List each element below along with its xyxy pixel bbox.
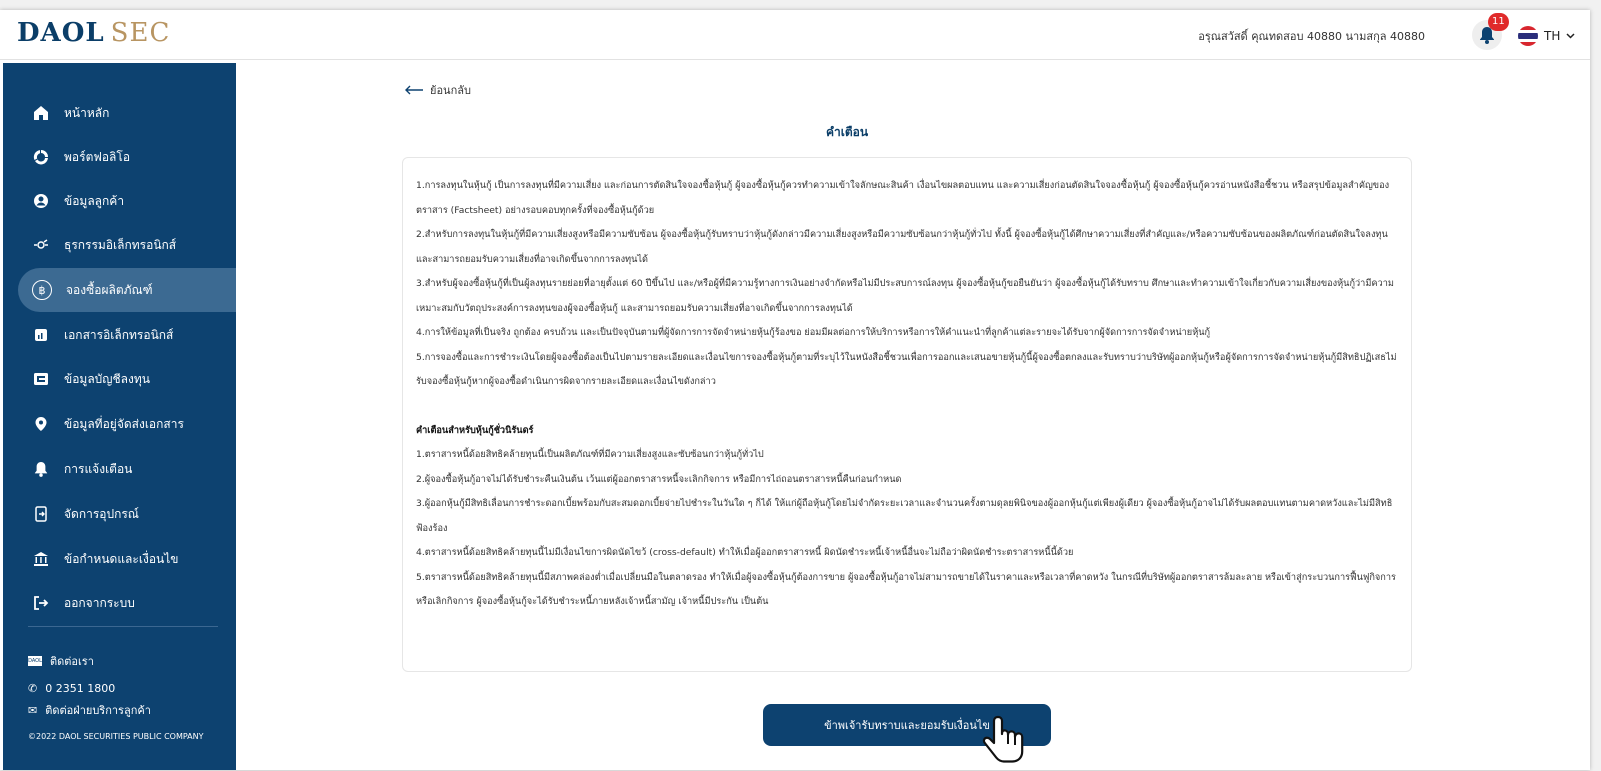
back-label: ย้อนกลับ [430,84,471,97]
user-greeting: อรุณสวัสดิ์ คุณทดสอบ 40880 นามสกุล 40880 [1198,30,1425,43]
location-icon [32,415,50,433]
sidebar-item-product-subscription[interactable]: ฿ จองซื้อผลิตภัณฑ์ [18,268,236,312]
sidebar-item-label: เอกสารอิเล็กทรอนิกส์ [64,327,174,342]
sidebar-item-home[interactable]: หน้าหลัก [18,91,236,135]
logo-secondary: SEC [110,18,171,48]
sidebar-item-notifications[interactable]: การแจ้งเตือน [18,447,236,491]
hand-cursor-icon [982,715,1024,763]
sidebar: หน้าหลัก พอร์ตฟอลิโอ ข้อมูลลูกค้า ธุรกรร… [3,63,236,770]
main-content: ย้อนกลับ คำเตือน 1.การลงทุนในหุ้นกู้ เป็… [236,63,1590,770]
portfolio-icon [32,148,50,166]
notification-count-badge: 11 [1488,13,1509,31]
logo[interactable]: DAOL SEC [17,18,170,48]
perpetual-warning-heading: คำเตือนสำหรับหุ้นกู้ชั่วนิรันดร์ [416,424,534,436]
sidebar-item-label: การแจ้งเตือน [64,461,133,476]
device-icon [32,505,50,523]
sidebar-item-label: พอร์ตฟอลิโอ [64,149,131,164]
sidebar-item-label: ข้อกำหนดและเงื่อนไข [64,551,179,566]
bank-icon [32,550,50,568]
transaction-icon [32,236,50,254]
thai-flag-icon [1518,26,1538,46]
logo-primary: DAOL [17,18,105,48]
sidebar-item-device-management[interactable]: จัดการอุปกรณ์ [18,492,236,536]
sidebar-item-label: ข้อมูลลูกค้า [64,193,125,208]
back-link[interactable]: ย้อนกลับ [404,81,471,99]
sidebar-item-label: จัดการอุปกรณ์ [64,506,139,521]
language-selector[interactable]: TH [1518,26,1575,46]
chevron-down-icon [1566,33,1575,39]
sidebar-item-label: หน้าหลัก [64,105,110,120]
sidebar-item-e-transaction[interactable]: ธุรกรรมอิเล็กทรอนิกส์ [18,223,236,267]
language-label: TH [1544,29,1561,43]
account-icon [32,370,50,388]
warning-item: 4.การให้ข้อมูลที่เป็นจริง ถูกต้อง ครบถ้ว… [416,327,1211,338]
sidebar-item-e-documents[interactable]: เอกสารอิเล็กทรอนิกส์ [18,313,236,357]
perpetual-warning-item: 2.ผู้จองซื้อหุ้นกู้อาจไม่ได้รับชำระคืนเง… [416,473,902,485]
contact-support[interactable]: ✉ ติดต่อฝ่ายบริการลูกค้า [28,701,151,719]
top-bar: DAOL SEC อรุณสวัสดิ์ คุณทดสอบ 40880 นามสก… [0,10,1590,60]
sidebar-item-label: ธุรกรรมอิเล็กทรอนิกส์ [64,237,177,252]
mail-icon: ✉ [28,703,38,717]
coin-icon: ฿ [32,280,52,300]
contact-phone[interactable]: ✆ 0 2351 1800 [28,682,115,695]
contact-title: ติดต่อเรา [50,655,94,668]
daol-small-logo-icon: DAOL [28,656,42,666]
warning-item: 3.สำหรับผู้จองซื้อหุ้นกู้ที่เป็นผู้ลงทุน… [416,278,1394,314]
sidebar-item-label: ข้อมูลที่อยู่จัดส่งเอกสาร [64,416,184,431]
sidebar-item-label: ออกจากระบบ [64,595,135,610]
warning-item: 5.การจองซื้อและการชำระเงินโดยผู้จองซื้อต… [416,351,1397,388]
sidebar-divider [28,626,218,627]
perpetual-warning-item: 5.ตราสารหนี้ด้อยสิทธิคล้ายทุนนี้มีสภาพคล… [416,571,1396,608]
warning-item: 1.การลงทุนในหุ้นกู้ เป็นการลงทุนที่มีควา… [416,180,1390,216]
sidebar-item-label: ข้อมูลบัญชีลงทุน [64,371,150,386]
support-label: ติดต่อฝ่ายบริการลูกค้า [45,704,151,717]
perpetual-warning-item: 4.ตราสารหนี้ด้อยสิทธิคล้ายทุนนี้ไม่มีเงื… [416,547,1074,558]
sidebar-item-investment-account[interactable]: ข้อมูลบัญชีลงทุน [18,357,236,401]
phone-icon: ✆ [28,682,38,695]
user-icon [32,192,50,210]
warning-card: 1.การลงทุนในหุ้นกู้ เป็นการลงทุนที่มีควา… [402,157,1412,672]
arrow-left-icon [405,85,423,95]
sidebar-item-customer-info[interactable]: ข้อมูลลูกค้า [18,179,236,223]
sidebar-item-logout[interactable]: ออกจากระบบ [18,581,236,625]
home-icon [32,104,50,122]
sidebar-item-label: จองซื้อผลิตภัณฑ์ [66,282,153,297]
perpetual-warning-item: 3.ผู้ออกหุ้นกู้มีสิทธิเลื่อนการชำระดอกเบ… [416,498,1393,534]
logout-icon [32,594,50,612]
sidebar-item-portfolio[interactable]: พอร์ตฟอลิโอ [18,135,236,179]
sidebar-item-terms[interactable]: ข้อกำหนดและเงื่อนไข [18,537,236,581]
copyright: ©2022 DAOL SECURITIES PUBLIC COMPANY [28,732,204,741]
sidebar-item-mailing-address[interactable]: ข้อมูลที่อยู่จัดส่งเอกสาร [18,402,236,446]
contact-us-heading: DAOL ติดต่อเรา [28,652,94,670]
perpetual-warning-item: 1.ตราสารหนี้ด้อยสิทธิคล้ายทุนนี้เป็นผลิต… [416,449,764,460]
app-window: DAOL SEC อรุณสวัสดิ์ คุณทดสอบ 40880 นามสก… [0,10,1590,770]
page-title: คำเตือน [826,125,869,139]
document-icon [32,326,50,344]
bell-icon [32,460,50,478]
warning-item: 2.สำหรับการลงทุนในหุ้นกู้ที่มีความเสี่ยง… [416,229,1388,265]
phone-number: 0 2351 1800 [45,682,116,695]
